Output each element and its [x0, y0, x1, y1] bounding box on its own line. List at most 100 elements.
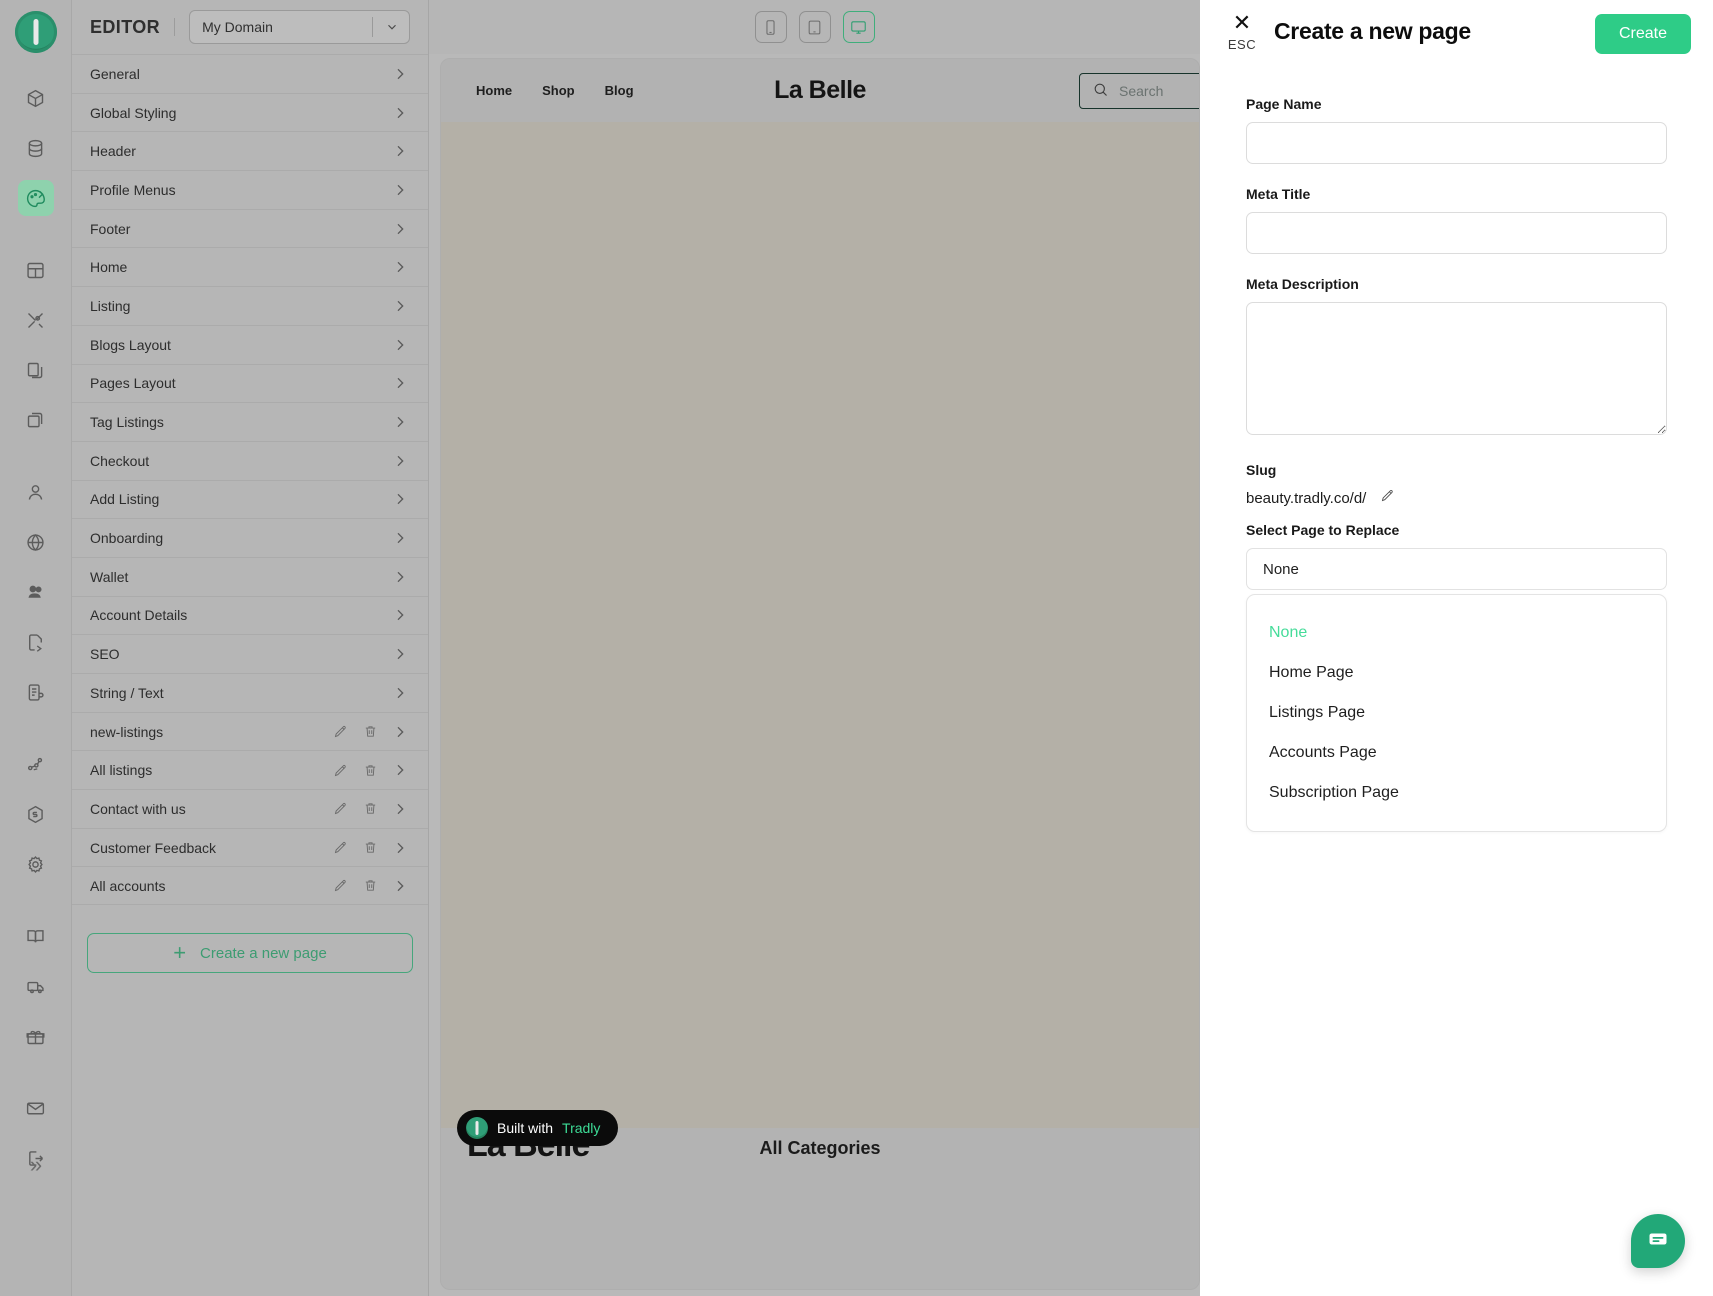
editor-row[interactable]: Global Styling — [72, 92, 428, 132]
gear-icon[interactable] — [18, 846, 54, 882]
editor-row[interactable]: General — [72, 54, 428, 93]
delete-trash-icon[interactable] — [360, 876, 380, 896]
chevron-right-icon[interactable] — [390, 412, 410, 432]
create-button[interactable]: Create — [1594, 14, 1691, 54]
editor-row[interactable]: Header — [72, 131, 428, 170]
chevron-right-icon[interactable] — [390, 567, 410, 587]
edit-pencil-icon[interactable] — [330, 760, 350, 780]
collapse-sidebar-button[interactable]: » — [0, 1152, 72, 1178]
editor-row[interactable]: Profile Menus — [72, 170, 428, 209]
meta-description-input[interactable] — [1246, 302, 1667, 435]
site-nav-item[interactable]: Home — [476, 83, 512, 98]
cube-icon[interactable] — [18, 80, 54, 116]
chevron-right-icon[interactable] — [390, 180, 410, 200]
site-search-box[interactable]: Search — [1079, 73, 1199, 109]
palette-icon[interactable] — [17, 180, 54, 216]
copy-stack-icon[interactable] — [18, 352, 54, 388]
database-icon[interactable] — [18, 130, 54, 166]
edit-pencil-icon[interactable] — [1380, 488, 1395, 508]
editor-row[interactable]: Tag Listings — [72, 402, 428, 441]
chevron-right-icon[interactable] — [390, 296, 410, 316]
file-transfer-icon[interactable] — [18, 624, 54, 660]
mail-icon[interactable] — [18, 1090, 54, 1126]
user-icon[interactable] — [18, 474, 54, 510]
users-group-icon[interactable] — [18, 574, 54, 610]
select-page-option[interactable]: Home Page — [1247, 653, 1666, 693]
book-icon[interactable] — [18, 918, 54, 954]
mobile-view-button[interactable] — [754, 11, 787, 43]
chevron-right-icon[interactable] — [390, 489, 410, 509]
editor-row[interactable]: Account Details — [72, 595, 428, 635]
chevron-right-icon[interactable] — [390, 451, 410, 471]
chevron-right-icon[interactable] — [390, 103, 410, 123]
editor-row[interactable]: Customer Feedback — [72, 827, 428, 867]
chevron-right-icon[interactable] — [390, 838, 410, 858]
editor-row[interactable]: Listing — [72, 286, 428, 325]
edit-pencil-icon[interactable] — [330, 876, 350, 896]
editor-row[interactable]: Onboarding — [72, 518, 428, 557]
select-page-option[interactable]: Subscription Page — [1247, 773, 1666, 813]
network-nodes-icon[interactable] — [18, 746, 54, 782]
chevron-right-icon[interactable] — [390, 876, 410, 896]
document-list-icon[interactable] — [18, 674, 54, 710]
editor-row[interactable]: All listings — [72, 750, 428, 789]
delete-trash-icon[interactable] — [360, 760, 380, 780]
site-preview-frame: Home Shop Blog La Belle Search La Belle Al… — [440, 58, 1200, 1290]
delete-trash-icon[interactable] — [360, 838, 380, 858]
chevron-right-icon[interactable] — [390, 64, 410, 84]
select-page-option[interactable]: None — [1247, 613, 1666, 653]
duplicate-icon[interactable] — [18, 402, 54, 438]
gift-icon[interactable] — [18, 1018, 54, 1054]
site-nav-item[interactable]: Blog — [605, 83, 634, 98]
edit-pencil-icon[interactable] — [330, 838, 350, 858]
tools-icon[interactable] — [18, 302, 54, 338]
chevron-right-icon[interactable] — [390, 799, 410, 819]
create-new-page-button[interactable]: + Create a new page — [87, 933, 413, 974]
editor-row-label: Header — [90, 143, 136, 160]
edit-pencil-icon[interactable] — [330, 799, 350, 819]
chevron-right-icon[interactable] — [390, 605, 410, 625]
editor-row[interactable]: String / Text — [72, 673, 428, 712]
chevron-right-icon[interactable] — [390, 335, 410, 355]
editor-row[interactable]: Contact with us — [72, 789, 428, 828]
editor-row[interactable]: Wallet — [72, 556, 428, 596]
meta-title-input[interactable] — [1246, 212, 1667, 254]
globe-icon[interactable] — [18, 524, 54, 560]
editor-row[interactable]: Add Listing — [72, 479, 428, 519]
editor-row[interactable]: SEO — [72, 634, 428, 673]
tradly-logo-icon[interactable] — [14, 11, 57, 53]
page-name-input[interactable] — [1246, 122, 1667, 164]
chevron-right-icon[interactable] — [390, 722, 410, 742]
select-page-option[interactable]: Accounts Page — [1247, 733, 1666, 773]
chevron-right-icon[interactable] — [390, 257, 410, 277]
select-page-option[interactable]: Listings Page — [1247, 693, 1666, 733]
editor-row[interactable]: new-listings — [72, 711, 428, 751]
delete-trash-icon[interactable] — [360, 799, 380, 819]
chevron-right-icon[interactable] — [390, 219, 410, 239]
editor-row[interactable]: All accounts — [72, 866, 428, 906]
editor-row[interactable]: Home — [72, 247, 428, 286]
delete-trash-icon[interactable] — [360, 722, 380, 742]
chevron-right-icon[interactable] — [390, 683, 410, 703]
editor-row[interactable]: Blogs Layout — [72, 324, 428, 364]
select-page-to-replace-dropdown[interactable]: None — [1246, 548, 1667, 590]
editor-row[interactable]: Footer — [72, 208, 428, 248]
truck-icon[interactable] — [18, 968, 54, 1004]
tablet-view-button[interactable] — [798, 11, 831, 43]
editor-row[interactable]: Pages Layout — [72, 363, 428, 403]
layout-icon[interactable] — [18, 252, 54, 288]
js-badge-icon[interactable] — [18, 796, 54, 832]
chevron-right-icon[interactable] — [390, 528, 410, 548]
desktop-view-button[interactable] — [842, 11, 875, 43]
domain-select[interactable]: My Domain — [189, 10, 410, 44]
close-modal-button[interactable]: ✕ ESC — [1222, 12, 1262, 53]
chevron-right-icon[interactable] — [390, 373, 410, 393]
chevron-right-icon[interactable] — [390, 141, 410, 161]
chevron-right-icon[interactable] — [390, 644, 410, 664]
edit-pencil-icon[interactable] — [330, 722, 350, 742]
chat-support-button[interactable] — [1631, 1214, 1685, 1268]
chevron-right-icon[interactable] — [390, 760, 410, 780]
built-with-tradly-badge[interactable]: Built with Tradly — [457, 1110, 619, 1146]
site-nav-item[interactable]: Shop — [542, 83, 575, 98]
editor-row[interactable]: Checkout — [72, 440, 428, 480]
